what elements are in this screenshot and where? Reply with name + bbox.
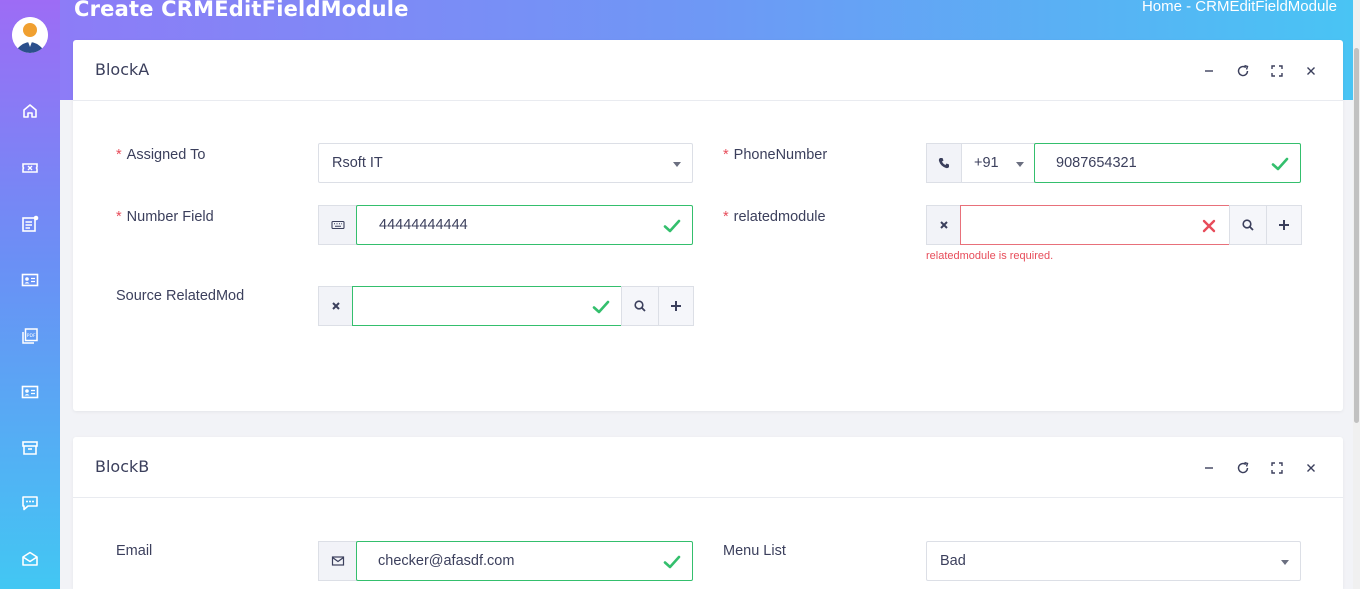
country-code-select[interactable]: +91 <box>961 143 1035 183</box>
id-card-icon[interactable] <box>18 380 42 404</box>
email-value: checker@afasdf.com <box>378 553 515 569</box>
check-icon <box>663 219 681 233</box>
phone-icon <box>926 143 962 183</box>
related-module-error: relatedmodule is required. <box>926 250 1054 262</box>
number-field-label: * Number Field <box>116 209 214 225</box>
add-button[interactable] <box>1266 205 1302 245</box>
source-related-label: Source RelatedMod <box>116 288 245 304</box>
breadcrumb[interactable]: Home - CRMEditFieldModule <box>1142 0 1337 15</box>
add-button[interactable] <box>658 286 694 326</box>
number-field-input[interactable]: 44444444444 <box>356 205 693 245</box>
expand-icon[interactable] <box>1267 61 1287 81</box>
assigned-to-select[interactable]: Rsoft IT <box>318 143 693 183</box>
email-label: Email <box>116 543 153 559</box>
mail-icon[interactable] <box>18 547 42 571</box>
phone-label-text: PhoneNumber <box>733 147 828 163</box>
block-b-title: BlockB <box>95 457 150 476</box>
check-icon <box>592 300 610 314</box>
source-related-input[interactable] <box>352 286 622 326</box>
menu-list-label: Menu List <box>723 543 786 559</box>
phone-number-value: 9087654321 <box>1056 155 1137 171</box>
plus-icon <box>1279 220 1289 230</box>
related-module-input[interactable] <box>960 205 1230 245</box>
user-avatar[interactable] <box>12 17 48 53</box>
keyboard-icon <box>318 205 357 245</box>
menu-list-select[interactable]: Bad <box>926 541 1301 581</box>
required-marker: * <box>723 147 729 163</box>
block-a-card: BlockA * Assigned To Rsoft IT * PhoneNumbe… <box>73 40 1343 411</box>
required-marker: * <box>116 209 122 225</box>
block-a-title: BlockA <box>95 60 150 79</box>
required-marker: * <box>116 147 122 163</box>
block-a-tools <box>1199 61 1321 81</box>
envelope-icon <box>318 541 357 581</box>
home-icon[interactable] <box>18 99 42 123</box>
contact-card-icon[interactable] <box>18 268 42 292</box>
plus-icon <box>671 301 681 311</box>
block-b-header: BlockB <box>73 437 1343 498</box>
ticket-icon[interactable] <box>18 156 42 180</box>
search-button[interactable] <box>1229 205 1267 245</box>
refresh-icon[interactable] <box>1233 458 1253 478</box>
email-field[interactable]: checker@afasdf.com <box>356 541 693 581</box>
page-title: Create CRMEditFieldModule <box>74 0 409 21</box>
assigned-to-label-text: Assigned To <box>126 147 206 163</box>
country-code-value: +91 <box>974 155 999 171</box>
number-field-label-text: Number Field <box>126 209 214 225</box>
block-b-tools <box>1199 458 1321 478</box>
close-icon[interactable] <box>1301 458 1321 478</box>
chevron-down-icon <box>673 162 681 167</box>
chevron-down-icon <box>1281 560 1289 565</box>
minimize-icon[interactable] <box>1199 61 1219 81</box>
required-marker: * <box>723 209 729 225</box>
refresh-icon[interactable] <box>1233 61 1253 81</box>
check-icon <box>1271 157 1289 171</box>
menu-list-value: Bad <box>940 553 966 569</box>
notes-icon[interactable] <box>18 212 42 236</box>
number-field-value: 44444444444 <box>379 217 468 233</box>
phone-label: * PhoneNumber <box>723 147 827 163</box>
block-a-header: BlockA <box>73 40 1343 101</box>
clear-button[interactable] <box>926 205 961 245</box>
clear-button[interactable] <box>318 286 353 326</box>
assigned-to-label: * Assigned To <box>116 147 205 163</box>
minimize-icon[interactable] <box>1199 458 1219 478</box>
sidebar: PDF <box>0 0 60 589</box>
related-module-label-text: relatedmodule <box>733 209 826 225</box>
chat-icon[interactable] <box>18 491 42 515</box>
page-scrollbar[interactable] <box>1353 0 1360 589</box>
search-icon <box>634 300 646 312</box>
related-module-label: * relatedmodule <box>723 209 826 225</box>
assigned-to-value: Rsoft IT <box>332 155 383 171</box>
search-button[interactable] <box>621 286 659 326</box>
search-icon <box>1242 219 1254 231</box>
avatar-icon <box>12 17 48 53</box>
block-b-card: BlockB Email checker@afasdf.com Menu Lis… <box>73 437 1343 589</box>
close-icon[interactable] <box>1301 61 1321 81</box>
phone-number-input[interactable]: 9087654321 <box>1034 143 1301 183</box>
svg-text:PDF: PDF <box>27 333 36 339</box>
check-icon <box>663 555 681 569</box>
scrollbar-thumb[interactable] <box>1354 48 1359 423</box>
expand-icon[interactable] <box>1267 458 1287 478</box>
chevron-down-icon <box>1016 162 1024 167</box>
pdf-icon[interactable]: PDF <box>18 324 42 348</box>
archive-icon[interactable] <box>18 436 42 460</box>
error-x-icon <box>1202 219 1216 233</box>
